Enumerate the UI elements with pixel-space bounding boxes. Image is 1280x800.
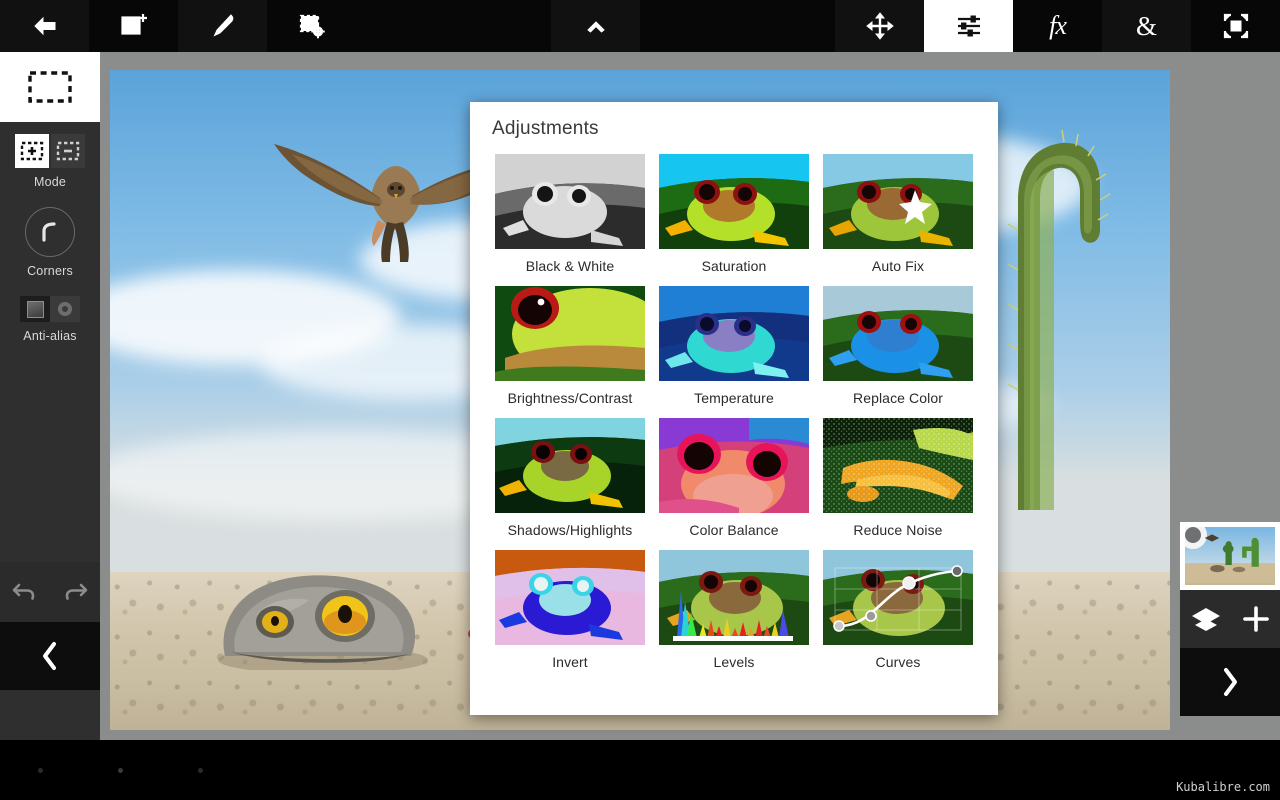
marquee-select-icon [28,71,72,103]
adjustment-item-black-white[interactable]: Black & White [488,150,652,280]
adjustment-item-reduce-noise[interactable]: Reduce Noise [816,414,980,544]
chevron-left-icon [43,642,56,670]
adjustment-label: Reduce Noise [853,522,943,538]
layer-thumbnail[interactable] [1180,522,1280,590]
adjustment-label: Shadows/Highlights [507,522,633,538]
decorate-button[interactable]: & [1102,0,1191,52]
antialias-label: Anti-alias [23,329,77,343]
history-bar [0,562,100,622]
antialias-off-button[interactable] [50,296,80,322]
antialias-on-icon [26,300,44,318]
chevron-right-icon [1224,668,1237,696]
mode-label: Mode [33,175,67,189]
layer-thumbnail-image [1185,527,1275,585]
previous-button[interactable] [0,622,100,690]
adjustment-label: Saturation [701,258,767,274]
adjustment-item-brightness-contrast[interactable]: Brightness/Contrast [488,282,652,412]
thumbnail-levels [659,550,809,645]
adjustment-item-auto-fix[interactable]: Auto Fix [816,150,980,280]
thumbnail-reduce-noise [823,418,973,513]
adjustment-item-levels[interactable]: Levels [652,546,816,676]
adjustment-label: Auto Fix [871,258,925,274]
back-button[interactable] [0,0,89,52]
adjustments-button[interactable] [924,0,1013,52]
draw-button[interactable] [178,0,267,52]
thumbnail-temperature [659,286,809,381]
thumbnail-auto-fix [823,154,973,249]
add-selection-icon [20,141,44,161]
panel-title: Adjustments [492,118,599,139]
adjustment-item-color-balance[interactable]: Color Balance [652,414,816,544]
adjustment-item-shadows-highlights[interactable]: Shadows/Highlights [488,414,652,544]
thumbnail-curves [823,550,973,645]
cactus [1007,129,1111,510]
adjustments-grid: Black & White Saturation Auto Fix Bright… [470,146,998,686]
adjustment-label: Replace Color [852,390,943,406]
fx-icon: fx [1049,11,1067,40]
thumbnail-color-balance [659,418,809,513]
mode-segmented-control [0,134,100,168]
thumbnail-replace-color [823,286,973,381]
thumbnail-invert [495,550,645,645]
corners-label: Corners [27,264,73,278]
thumbnail-brightness-contrast [495,286,645,381]
active-tool-marquee[interactable] [0,52,100,122]
antialias-segmented-control [0,296,100,322]
subtract-selection-icon [56,141,80,161]
corners-group: Corners [0,195,100,284]
adjustments-panel: Adjustments Black & White Saturation Aut… [470,102,998,715]
toolbar-spacer-left [356,0,551,52]
adjustment-item-curves[interactable]: Curves [816,546,980,676]
mode-group: Mode [0,122,100,195]
adjustment-item-replace-color[interactable]: Replace Color [816,282,980,412]
move-button[interactable] [835,0,924,52]
selection-settings-button[interactable] [267,0,356,52]
mode-subtract-button[interactable] [51,134,85,168]
thumbnail-saturation [659,154,809,249]
layers-icon[interactable] [1190,605,1222,633]
effects-button[interactable]: fx [1013,0,1102,52]
antialias-on-button[interactable] [20,296,50,322]
antialias-off-icon [58,302,72,316]
sys-nav-home-dot[interactable] [118,768,123,773]
next-button[interactable] [1180,648,1280,716]
workspace: Mode Corners Anti-alias Adjustments Blac… [0,52,1280,740]
adjustment-item-saturation[interactable]: Saturation [652,150,816,280]
rounded-corner-icon [42,222,56,242]
adjustment-label: Brightness/Contrast [507,390,633,406]
add-image-button[interactable] [89,0,178,52]
thumbnail-black-white [495,154,645,249]
adjustment-label: Curves [875,654,921,670]
adjustment-label: Temperature [694,390,774,406]
layer-actions [1180,590,1280,648]
add-layer-icon[interactable] [1241,604,1271,634]
mode-add-button[interactable] [15,134,49,168]
thumbnail-shadows-highlights [495,418,645,513]
expand-button[interactable] [551,0,640,52]
top-toolbar: fx & [0,0,1280,52]
adjustment-item-temperature[interactable]: Temperature [652,282,816,412]
toolbar-spacer-right [640,0,835,52]
adjustment-label: Invert [552,654,588,670]
crop-button[interactable] [1191,0,1280,52]
adjustment-label: Levels [713,654,755,670]
sys-nav-back-dot[interactable] [38,768,43,773]
site-watermark: Kubalibre.com [1176,780,1270,794]
layer-rail [1180,52,1280,740]
adjustment-label: Color Balance [689,522,779,538]
antialias-group: Anti-alias [0,284,100,349]
system-navigation-bar: Kubalibre.com [0,740,1280,800]
adjustment-item-invert[interactable]: Invert [488,546,652,676]
rock-creature [218,575,428,670]
undo-icon[interactable] [10,579,40,605]
ampersand-icon: & [1135,10,1157,41]
redo-icon[interactable] [60,579,90,605]
app-root: fx & Mode Corners Anti-alias Adjustments… [0,0,1280,800]
corners-dial[interactable] [25,207,75,257]
adjustment-label: Black & White [525,258,615,274]
sys-nav-recents-dot[interactable] [198,768,203,773]
